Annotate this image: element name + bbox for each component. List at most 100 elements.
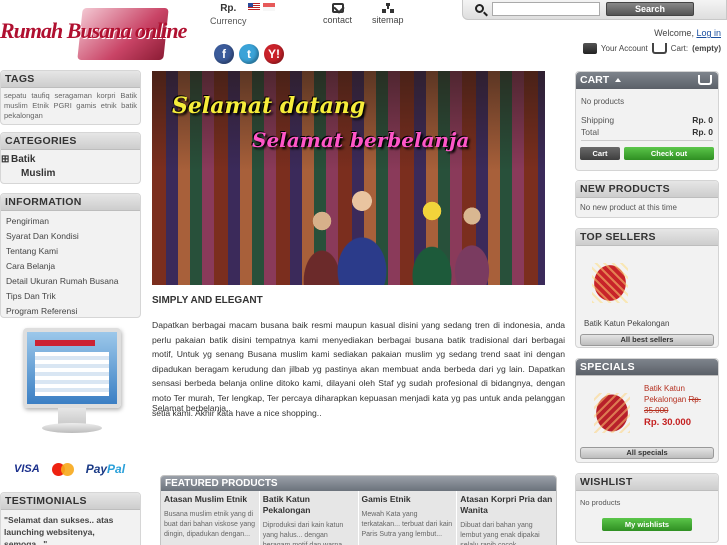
- cart-title-label: CART: [580, 74, 610, 86]
- search-icon: [475, 4, 484, 13]
- paypal-logo: PayPal: [86, 462, 125, 476]
- visa-logo: VISA: [14, 463, 40, 475]
- featured-item-desc: Mewah Kata yang terkatakan... terbuat da…: [361, 511, 453, 538]
- featured-item-desc: Busana muslim etnik yang di buat dari ba…: [164, 511, 256, 538]
- currency-selector[interactable]: Rp. Currency: [210, 3, 247, 26]
- twitter-icon[interactable]: t: [239, 44, 259, 64]
- featured-item[interactable]: Gamis Etnik Mewah Kata yang terkatakan..…: [359, 491, 458, 545]
- welcome-text: Welcome,: [654, 28, 694, 38]
- search-bar: Search: [462, 0, 727, 20]
- new-products-title[interactable]: NEW PRODUCTS: [576, 181, 718, 198]
- cart-link[interactable]: Cart:: [671, 44, 688, 53]
- information-title: INFORMATION: [1, 194, 140, 211]
- mastercard-logo: [51, 462, 74, 476]
- special-product-info[interactable]: Batik Katun Pekalongan Rp. 35.000: [644, 383, 716, 416]
- featured-item-name[interactable]: Gamis Etnik: [362, 494, 454, 505]
- specials-title[interactable]: SPECIALS: [576, 359, 718, 376]
- cart-total-row: Total Rp. 0: [576, 126, 718, 138]
- welcome-message: Welcome, Log in: [654, 28, 721, 38]
- featured-item[interactable]: Atasan Muslim Etnik Busana muslim etnik …: [161, 491, 260, 545]
- collapse-arrow-icon[interactable]: [615, 78, 622, 83]
- top-seller-product-image[interactable]: [584, 253, 636, 311]
- all-specials-button[interactable]: All specials: [580, 447, 714, 459]
- info-link-program[interactable]: Program Referensi: [1, 304, 140, 319]
- contact-link[interactable]: contact: [323, 3, 352, 25]
- banner-welcome-text: Selamat datang: [172, 93, 366, 119]
- checkout-button[interactable]: Check out: [624, 147, 714, 160]
- special-product-image[interactable]: [584, 381, 640, 441]
- specials-block: SPECIALS Batik Katun Pekalongan Rp. 35.0…: [575, 358, 719, 463]
- total-value: Rp. 0: [692, 127, 713, 137]
- logo-text: Rumah Busana online: [0, 18, 187, 43]
- information-block: INFORMATION Pengiriman Syarat Dan Kondis…: [0, 193, 141, 318]
- top-sellers-title[interactable]: TOP SELLERS: [576, 229, 718, 246]
- cart-status: (empty): [692, 44, 721, 53]
- featured-list: Atasan Muslim Etnik Busana muslim etnik …: [161, 491, 556, 545]
- testimonials-title: TESTIMONIALS: [1, 493, 140, 510]
- info-link-tentang[interactable]: Tentang Kami: [1, 244, 140, 259]
- top-sellers-block: TOP SELLERS Batik Katun Pekalongan All b…: [575, 228, 719, 348]
- cart-no-products: No products: [581, 97, 625, 106]
- wishlist-block: WISHLIST No products My wishlists: [575, 473, 719, 543]
- tags-block: TAGS sepatu taufiq seragaman korpri Bati…: [0, 70, 141, 125]
- special-price: Rp. 30.000: [644, 417, 691, 428]
- sitemap-icon: [381, 3, 394, 13]
- envelope-icon: [331, 3, 344, 13]
- your-account-link[interactable]: Your Account: [601, 44, 648, 53]
- website-promo-image[interactable]: [20, 328, 124, 448]
- featured-item-desc: Dibuat dari bahan yang lembut yang enak …: [460, 522, 540, 545]
- cart-icon: [651, 43, 667, 54]
- tags-title: TAGS: [1, 71, 140, 88]
- categories-title: CATEGORIES: [1, 133, 140, 150]
- featured-products: FEATURED PRODUCTS Atasan Muslim Etnik Bu…: [160, 475, 557, 545]
- paypal-logo-part2: Pal: [107, 462, 126, 476]
- category-label: Batik: [11, 154, 36, 165]
- tag-cloud[interactable]: sepatu taufiq seragaman korpri Batik mus…: [1, 88, 140, 124]
- special-product-name[interactable]: Batik Katun Pekalongan: [644, 384, 686, 404]
- banner-shopping-text: Selamat berbelanja: [252, 128, 470, 152]
- sitemap-link[interactable]: sitemap: [372, 3, 404, 25]
- facebook-icon[interactable]: f: [214, 44, 234, 64]
- my-wishlists-button[interactable]: My wishlists: [602, 518, 692, 531]
- featured-item[interactable]: Batik Katun Pekalongan Diproduksi dari k…: [260, 491, 359, 545]
- info-link-detail-ukuran[interactable]: Detail Ukuran Rumah Busana: [1, 274, 140, 289]
- featured-item-name[interactable]: Batik Katun Pekalongan: [263, 494, 355, 516]
- english-flag-icon[interactable]: [248, 3, 260, 11]
- featured-item-name[interactable]: Atasan Muslim Etnik: [164, 494, 256, 505]
- all-best-sellers-button[interactable]: All best sellers: [580, 334, 714, 346]
- information-links: Pengiriman Syarat Dan Kondisi Tentang Ka…: [1, 214, 140, 319]
- info-link-syarat[interactable]: Syarat Dan Kondisi: [1, 229, 140, 244]
- info-link-tips[interactable]: Tips Dan Trik: [1, 289, 140, 304]
- testimonials-block: TESTIMONIALS "Selamat dan sukses.. atas …: [0, 492, 141, 545]
- yahoo-icon[interactable]: Y!: [264, 44, 284, 64]
- currency-label: Currency: [210, 16, 247, 26]
- info-link-pengiriman[interactable]: Pengiriman: [1, 214, 140, 229]
- wishlist-title[interactable]: WISHLIST: [576, 474, 718, 491]
- total-label: Total: [581, 127, 599, 137]
- basket-icon: [698, 75, 712, 85]
- cart-button[interactable]: Cart: [580, 147, 620, 160]
- cart-title[interactable]: CART: [576, 72, 718, 89]
- category-muslim[interactable]: Muslim: [1, 167, 140, 181]
- expand-icon[interactable]: ⊞: [1, 153, 11, 167]
- login-link[interactable]: Log in: [696, 28, 721, 38]
- info-link-cara-belanja[interactable]: Cara Belanja: [1, 259, 140, 274]
- sitemap-label: sitemap: [372, 15, 404, 25]
- featured-item-name[interactable]: Atasan Korpri Pria dan Wanita: [460, 494, 553, 516]
- new-products-text: No new product at this time: [580, 203, 677, 212]
- category-batik[interactable]: ⊞ Batik: [1, 153, 140, 167]
- cart-shipping-row: Shipping Rp. 0: [576, 114, 718, 126]
- search-button[interactable]: Search: [606, 2, 694, 16]
- top-seller-product-name[interactable]: Batik Katun Pekalongan: [584, 319, 669, 328]
- wishlist-text: No products: [580, 498, 621, 507]
- featured-item-desc: Diproduksi dari kain katun yang halus...…: [262, 522, 348, 545]
- monitor-screen: [23, 328, 121, 408]
- site-logo[interactable]: Rumah Busana online: [0, 6, 187, 64]
- contact-label: contact: [323, 15, 353, 25]
- featured-item[interactable]: Atasan Korpri Pria dan Wanita Dibuat dar…: [457, 491, 556, 545]
- language-flags: [248, 3, 275, 11]
- testimonial-quote: "Selamat dan sukses.. atas launching web…: [4, 515, 114, 545]
- indonesian-flag-icon[interactable]: [263, 3, 275, 11]
- featured-title: FEATURED PRODUCTS: [161, 476, 556, 491]
- search-input[interactable]: [492, 2, 600, 16]
